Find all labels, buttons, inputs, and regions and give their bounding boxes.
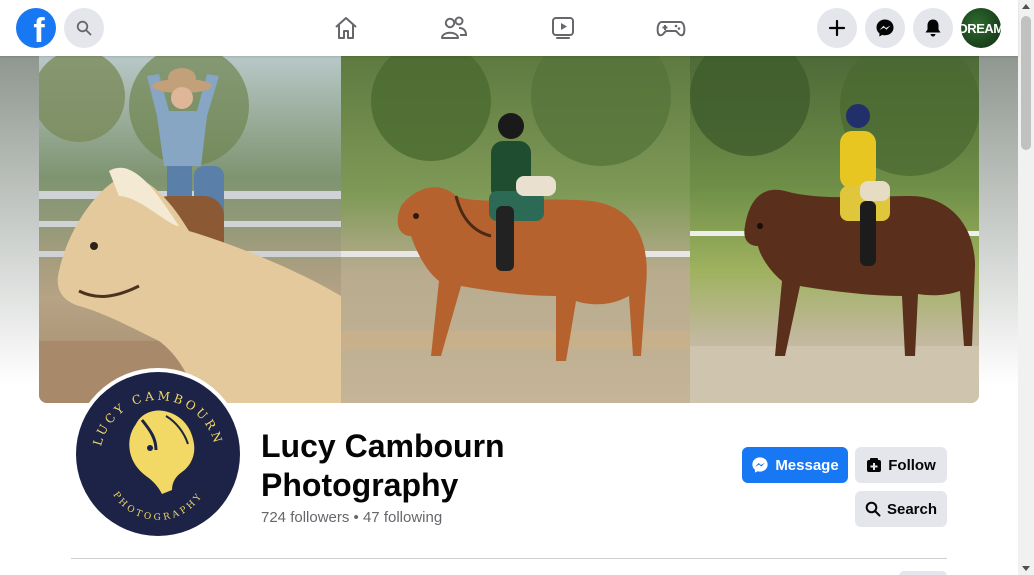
follow-button-label: Follow: [888, 456, 936, 474]
home-icon: [335, 17, 357, 39]
messenger-button[interactable]: [865, 8, 905, 48]
follow-button[interactable]: Follow: [855, 447, 947, 483]
profile-logo: LUCY CAMBOURN PHOTOGRAPHY: [76, 372, 240, 536]
profile-divider: [71, 558, 947, 559]
page-search-button[interactable]: Search: [855, 491, 947, 527]
bell-icon: [925, 19, 941, 37]
nav-gaming[interactable]: [655, 12, 687, 44]
notifications-button[interactable]: [913, 8, 953, 48]
plus-icon: [828, 19, 846, 37]
nav-friends[interactable]: [438, 12, 470, 44]
cowgirl-palomino-illustration: [39, 56, 341, 403]
messenger-icon: [752, 457, 768, 473]
search-icon: [865, 501, 881, 517]
nav-home[interactable]: [330, 12, 362, 44]
nav-watch[interactable]: [547, 12, 579, 44]
horse-head-logo: LUCY CAMBOURN PHOTOGRAPHY: [90, 389, 222, 524]
facebook-logo[interactable]: f: [16, 8, 56, 48]
page-title: Lucy Cambourn Photography: [261, 428, 505, 503]
cover-panel-cowgirl: [39, 56, 341, 403]
watch-icon: [552, 17, 574, 39]
create-button[interactable]: [817, 8, 857, 48]
yellow-rider-bay-illustration: [690, 56, 979, 403]
account-avatar[interactable]: DREAM: [961, 8, 1001, 48]
scroll-up-arrow-icon[interactable]: [1022, 4, 1030, 9]
account-avatar-text: DREAM: [961, 20, 1001, 36]
cover-photo[interactable]: [39, 56, 979, 403]
scroll-down-arrow-icon[interactable]: [1022, 566, 1030, 571]
message-button-label: Message: [775, 456, 839, 474]
search-button[interactable]: [64, 8, 104, 48]
messenger-icon: [876, 19, 894, 37]
message-button[interactable]: Message: [742, 447, 848, 483]
profile-picture[interactable]: LUCY CAMBOURN PHOTOGRAPHY: [72, 368, 244, 540]
logo-sub-text: PHOTOGRAPHY: [111, 490, 203, 523]
scroll-thumb[interactable]: [1021, 16, 1031, 150]
green-rider-chestnut-illustration: [341, 56, 690, 361]
cover-panel-green-rider: [341, 56, 690, 403]
svg-text:PHOTOGRAPHY: PHOTOGRAPHY: [111, 490, 206, 523]
search-button-label: Search: [886, 500, 938, 518]
top-navigation-bar: f DREAM: [0, 0, 1018, 56]
followers-following-stats[interactable]: 724 followers • 47 following: [261, 509, 442, 526]
search-icon: [76, 20, 92, 36]
page-scrollbar[interactable]: [1018, 0, 1034, 575]
follow-icon: [867, 458, 882, 472]
facebook-logo-letter: f: [33, 12, 45, 48]
more-options-button[interactable]: [899, 571, 947, 575]
cover-panel-yellow-rider: [690, 56, 979, 403]
friends-icon: [441, 16, 468, 39]
gaming-icon: [656, 21, 686, 37]
